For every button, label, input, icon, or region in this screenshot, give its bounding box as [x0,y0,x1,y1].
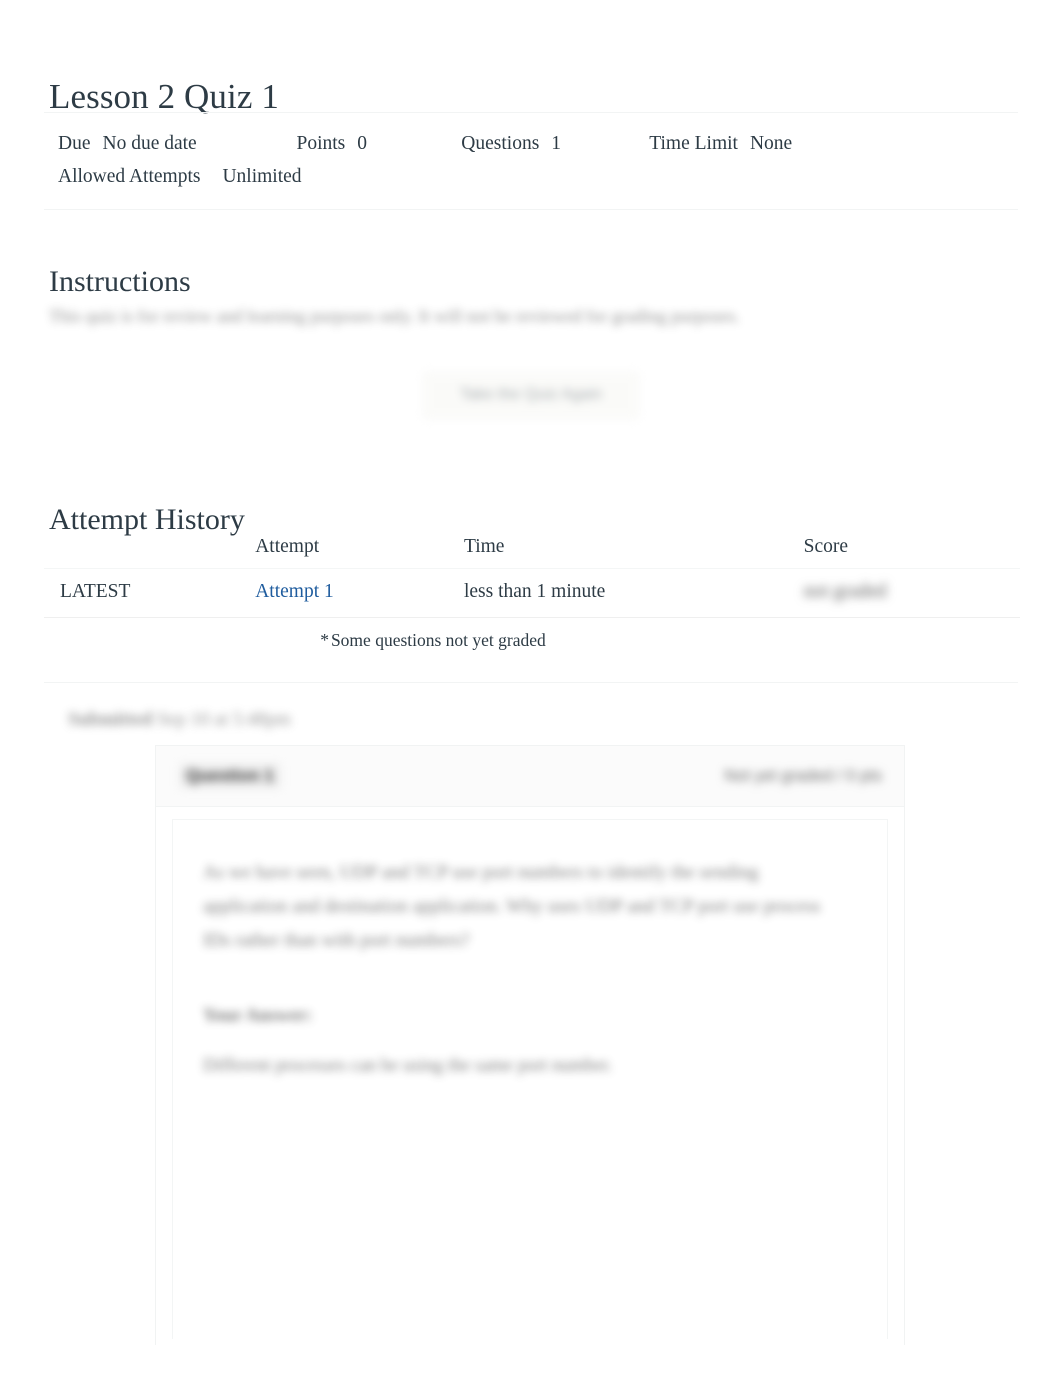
instructions-heading: Instructions [49,264,191,298]
question-text: As we have seen, UDP and TCP use port nu… [203,862,821,951]
attempt-history-table: Attempt Time Score LATEST Attempt 1 less… [44,528,1020,618]
allowed-attempts-value: Unlimited [222,166,302,187]
attempt-history-header-row: Attempt Time Score [44,528,1020,569]
time-limit-value: None [749,133,793,154]
allowed-attempts-label: Allowed Attempts [58,166,201,187]
question-name: Question 1 [180,764,280,788]
question-status-badge: Not yet graded / 0 pts [724,766,882,785]
attempt-kept-badge: LATEST [44,568,256,618]
points-label: Points [296,133,346,154]
take-quiz-again-button[interactable]: Take the Quiz Again [422,372,640,419]
attempt-score-value: not graded [803,581,887,602]
questions-value: 1 [551,133,562,154]
column-score: Score [803,528,1020,569]
quiz-meta-row-secondary: Allowed Attempts Unlimited [44,160,1018,193]
attempt-time-cell: less than 1 minute [463,568,804,618]
instructions-body: This quiz is for review and learning pur… [49,306,740,326]
attempt-cell: Attempt 1 [255,568,464,618]
take-quiz-button-row: Take the Quiz Again [0,372,1062,419]
submitted-value: Sep 10 at 5:48pm [157,709,291,730]
your-answer-text: Different processes can be using the sam… [203,1056,613,1076]
question-body: As we have seen, UDP and TCP use port nu… [172,819,888,1339]
asterisk-icon: * [320,630,329,650]
column-kept [44,528,256,569]
submitted-line: Submitted Sep 10 at 5:48pm [68,706,291,734]
attempt-1-link[interactable]: Attempt 1 [255,581,334,602]
points-value: 0 [357,133,368,154]
your-answer-label: Your Answer: [203,1006,313,1026]
attempt-history-tbody: LATEST Attempt 1 less than 1 minute not … [44,568,1020,618]
time-limit-label: Time Limit [649,133,738,154]
table-row: LATEST Attempt 1 less than 1 minute not … [44,568,1020,618]
column-attempt: Attempt [255,528,464,569]
question-header: Question 1 Not yet graded / 0 pts [156,746,904,807]
questions-label: Questions [461,133,540,154]
quiz-results-page: Lesson 2 Quiz 1 Due No due date Points 0… [0,0,1062,1377]
results-divider [44,682,1018,683]
due-label: Due [58,133,91,154]
attempt-history-thead: Attempt Time Score [44,528,1020,569]
not-graded-note: * Some questions not yet graded [0,628,866,652]
quiz-meta-row-primary: Due No due date Points 0 Questions 1 Tim… [44,127,1018,160]
question-result-card: Question 1 Not yet graded / 0 pts As we … [155,745,905,1345]
attempt-score-cell: not graded [803,568,1020,618]
submitted-label: Submitted [68,709,153,730]
due-value: No due date [102,133,197,154]
not-graded-note-text: Some questions not yet graded [330,630,546,650]
column-time: Time [463,528,804,569]
quiz-meta-header: Due No due date Points 0 Questions 1 Tim… [44,112,1018,210]
